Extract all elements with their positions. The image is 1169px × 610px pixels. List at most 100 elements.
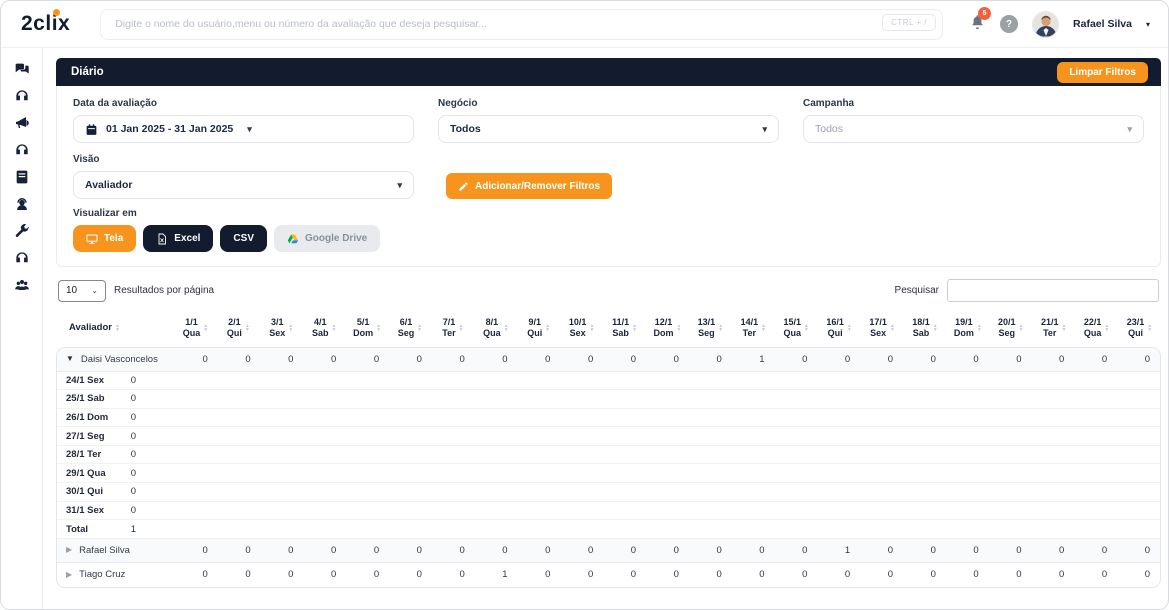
column-header-14-1[interactable]: 14/1 Ter ▲ ▼ <box>732 317 775 340</box>
wrench-icon[interactable] <box>14 223 30 239</box>
column-header-label: 20/1 Seg <box>998 317 1016 340</box>
column-header-11-1[interactable]: 11/1 Sab ▲ ▼ <box>603 317 646 340</box>
view-filter: Visão Avaliador ▾ <box>73 154 414 199</box>
sort-icon: ▲ ▼ <box>1062 324 1067 333</box>
column-header-19-1[interactable]: 19/1 Dom ▲ ▼ <box>946 317 989 340</box>
column-header-avaliador[interactable]: Avaliador ▲ ▼ <box>56 322 174 334</box>
cell-value: 0 <box>545 569 551 581</box>
cell-value: 0 <box>1144 353 1150 365</box>
help-button[interactable]: ? <box>1000 15 1019 33</box>
column-day: 7/1 <box>442 317 456 327</box>
cell-value: 0 <box>1016 569 1022 581</box>
table-body: ▼ Daisi Vasconcelos 0 0 0 0 0 0 0 0 0 0 0 0 0 1 0 0 0 0 0 0 0 0… <box>56 346 1161 588</box>
cell-value: 0 <box>459 569 465 581</box>
date-range-picker[interactable]: 01 Jan 2025 - 31 Jan 2025 ▾ <box>73 115 414 143</box>
sort-down-icon: ▼ <box>1147 327 1153 334</box>
chat-bubbles-icon[interactable] <box>14 61 30 77</box>
column-day: 17/1 <box>869 317 887 327</box>
export-excel-button[interactable]: Excel <box>143 225 214 252</box>
expand-icon[interactable]: ▶ <box>66 570 72 579</box>
column-header-18-1[interactable]: 18/1 Sab ▲ ▼ <box>904 317 947 340</box>
column-day: 4/1 <box>313 317 327 327</box>
export-tela-button[interactable]: Tela <box>73 225 137 252</box>
business-select[interactable]: Todos ▾ <box>438 115 779 143</box>
column-header-23-1[interactable]: 23/1 Qui ▲ ▼ <box>1118 317 1161 340</box>
top-actions: 5 ? Rafael Silva ▾ <box>969 6 1150 38</box>
column-header-13-1[interactable]: 13/1 Seg ▲ ▼ <box>689 317 732 340</box>
column-header-4-1[interactable]: 4/1 Sab ▲ ▼ <box>303 317 346 340</box>
child-row-label: 31/1 Sex <box>66 504 105 516</box>
row-expander[interactable]: ▶ Tiago Cruz <box>57 569 175 580</box>
column-weekday: Ter <box>442 328 456 339</box>
column-weekday: Dom <box>653 328 674 339</box>
child-row-value: 0 <box>130 504 136 516</box>
export-tela-label: Tela <box>104 233 124 244</box>
column-header-8-1[interactable]: 8/1 Qua ▲ ▼ <box>474 317 517 340</box>
megaphone-icon[interactable] <box>14 115 30 131</box>
cell-value: 0 <box>673 544 679 556</box>
column-header-10-1[interactable]: 10/1 Sex ▲ ▼ <box>560 317 603 340</box>
column-header-21-1[interactable]: 21/1 Ter ▲ ▼ <box>1032 317 1075 340</box>
column-weekday: Qui <box>527 328 543 339</box>
column-header-17-1[interactable]: 17/1 Sex ▲ ▼ <box>861 317 904 340</box>
cell-value: 0 <box>587 544 594 556</box>
cell-value: 0 <box>930 569 936 581</box>
column-header-1-1[interactable]: 1/1 Qua ▲ ▼ <box>174 317 217 340</box>
cell-value: 0 <box>202 353 208 365</box>
sort-icon: ▲ ▼ <box>890 324 895 333</box>
column-header-16-1[interactable]: 16/1 Qui ▲ ▼ <box>818 317 861 340</box>
notifications-button[interactable]: 5 <box>969 6 992 36</box>
sort-down-icon: ▼ <box>288 327 294 334</box>
users-group-icon[interactable] <box>14 277 30 293</box>
cell-value: 0 <box>759 569 765 581</box>
column-header-label: 21/1 Ter <box>1041 317 1059 340</box>
user-name[interactable]: Rafael Silva <box>1073 18 1132 30</box>
sort-icon: ▲ ▼ <box>804 324 809 333</box>
row-expander[interactable]: ▶ Rafael Silva <box>57 545 175 556</box>
table-search-input[interactable] <box>947 279 1159 302</box>
headset-icon[interactable] <box>14 250 30 266</box>
pencil-icon <box>459 181 468 191</box>
user-menu-caret-icon[interactable]: ▾ <box>1146 20 1150 29</box>
column-header-2-1[interactable]: 2/1 Qui ▲ ▼ <box>217 317 260 340</box>
export-csv-button[interactable]: CSV <box>220 225 267 252</box>
expand-icon[interactable]: ▶ <box>66 546 72 554</box>
excel-file-icon <box>158 233 167 244</box>
column-weekday: Qui <box>827 328 843 339</box>
column-header-20-1[interactable]: 20/1 Seg ▲ ▼ <box>989 317 1032 340</box>
cell-value: 0 <box>630 544 637 556</box>
clear-filters-button[interactable]: Limpar Filtros <box>1057 61 1148 83</box>
sort-down-icon: ▼ <box>376 327 382 334</box>
user-avatar[interactable] <box>1032 10 1060 38</box>
headset-icon[interactable] <box>14 88 30 104</box>
column-day: 18/1 <box>912 317 930 327</box>
column-weekday: Ter <box>742 328 757 339</box>
page-size-select[interactable]: 10 ⌄ <box>58 279 106 302</box>
sort-icon: ▲ ▼ <box>545 324 550 333</box>
column-day: 23/1 <box>1126 317 1145 327</box>
column-header-6-1[interactable]: 6/1 Seg ▲ ▼ <box>389 317 432 340</box>
cell-value: 0 <box>545 544 551 556</box>
evaluator-name: Daisi Vasconcelos <box>80 353 158 365</box>
column-header-9-1[interactable]: 9/1 Qui ▲ ▼ <box>517 317 560 340</box>
row-expander[interactable]: ▼ Daisi Vasconcelos <box>57 354 175 365</box>
export-google-drive-button[interactable]: Google Drive <box>273 225 381 252</box>
column-header-3-1[interactable]: 3/1 Sex ▲ ▼ <box>260 317 303 340</box>
campaign-select[interactable]: Todos ▾ <box>803 115 1144 143</box>
column-header-5-1[interactable]: 5/1 Dom ▲ ▼ <box>346 317 389 340</box>
add-remove-filters-button[interactable]: Adicionar/Remover Filtros <box>446 173 613 199</box>
support-agent-icon[interactable] <box>14 196 30 212</box>
date-filter: Data da avaliação 01 Jan 2025 - 31 Jan 2… <box>73 98 414 143</box>
journal-icon[interactable] <box>14 169 30 185</box>
headset-icon[interactable] <box>14 142 30 158</box>
view-select[interactable]: Avaliador ▾ <box>73 171 414 199</box>
column-weekday: Ter <box>1043 328 1057 339</box>
cell-value: 1 <box>759 353 765 365</box>
collapse-icon[interactable]: ▼ <box>66 355 74 363</box>
column-header-7-1[interactable]: 7/1 Ter ▲ ▼ <box>431 317 474 340</box>
column-header-15-1[interactable]: 15/1 Qua ▲ ▼ <box>775 317 818 340</box>
global-search-input[interactable] <box>100 8 944 40</box>
monitor-icon <box>86 234 98 244</box>
column-header-12-1[interactable]: 12/1 Dom ▲ ▼ <box>646 317 689 340</box>
column-header-22-1[interactable]: 22/1 Qua ▲ ▼ <box>1075 317 1118 340</box>
